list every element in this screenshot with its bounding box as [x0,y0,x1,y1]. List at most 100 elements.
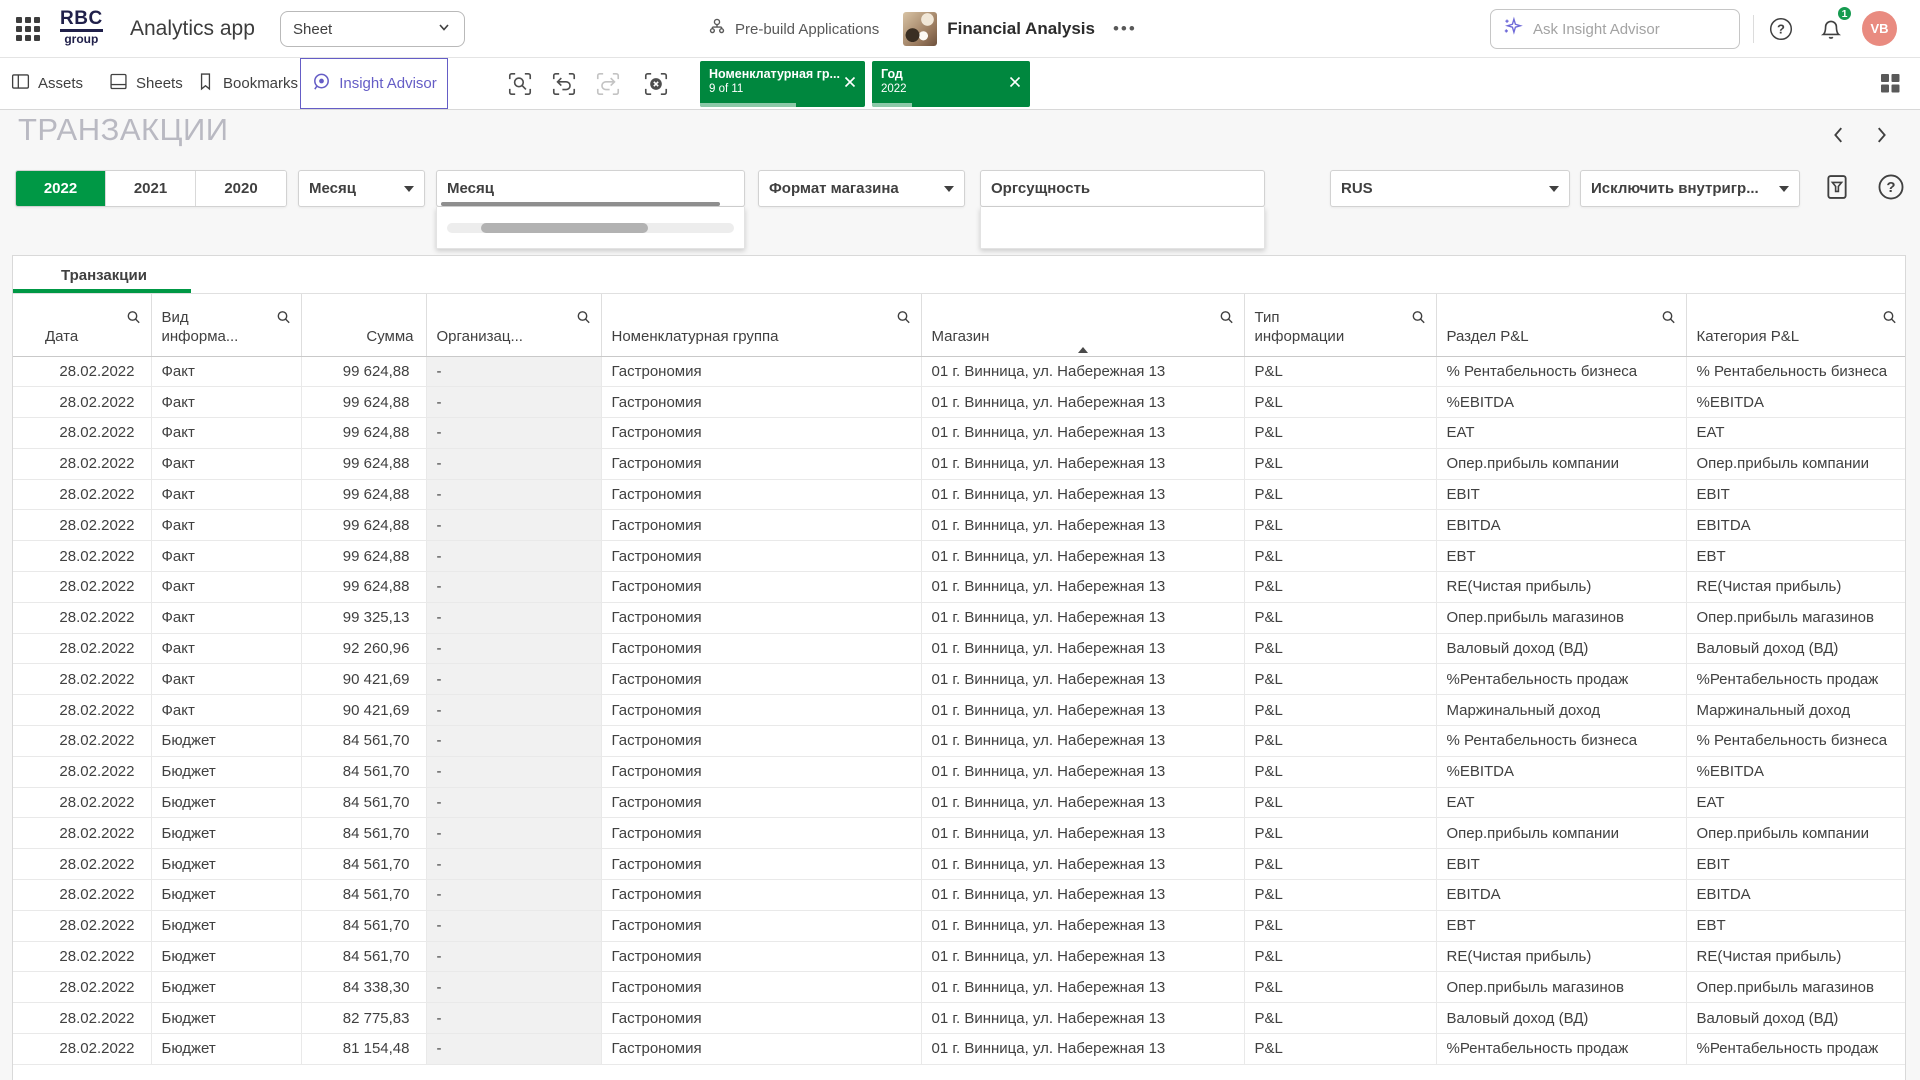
table-cell[interactable]: 28.02.2022 [13,695,151,726]
table-cell[interactable]: - [426,818,601,849]
table-cell[interactable]: Гастрономия [601,972,921,1003]
column-header[interactable]: Категория P&L [1686,294,1906,356]
sheet-layout-grid-button[interactable] [1878,71,1902,100]
selection-chip[interactable]: Номенклатурная гр... 9 of 11 [700,61,865,107]
sheet-selector[interactable]: Sheet [280,11,465,47]
table-cell[interactable]: EAT [1686,418,1906,449]
column-header[interactable]: Дата [13,294,151,356]
table-cell[interactable]: 01 г. Винница, ул. Набережная 13 [921,910,1244,941]
table-cell[interactable]: RE(Чистая прибыль) [1686,941,1906,972]
table-cell[interactable]: Бюджет [151,756,301,787]
next-sheet-button[interactable] [1866,120,1896,150]
table-cell[interactable]: RE(Чистая прибыль) [1436,941,1686,972]
table-cell[interactable]: 99 325,13 [301,602,426,633]
column-header[interactable]: Тип информации [1244,294,1436,356]
table-cell[interactable]: - [426,479,601,510]
month-listbox[interactable]: Месяц [436,170,745,207]
table-cell[interactable]: P&L [1244,356,1436,387]
table-cell[interactable]: P&L [1244,849,1436,880]
table-cell[interactable]: Опер.прибыль компании [1436,818,1686,849]
table-cell[interactable]: 99 624,88 [301,510,426,541]
table-cell[interactable]: P&L [1244,972,1436,1003]
table-cell[interactable]: %EBITDA [1686,756,1906,787]
table-cell[interactable]: EBITDA [1436,880,1686,911]
table-cell[interactable]: 28.02.2022 [13,602,151,633]
column-search-icon[interactable] [125,309,143,331]
table-cell[interactable]: - [426,880,601,911]
table-cell[interactable]: Факт [151,448,301,479]
table-cell[interactable]: 01 г. Винница, ул. Набережная 13 [921,849,1244,880]
table-cell[interactable]: P&L [1244,941,1436,972]
table-cell[interactable]: 01 г. Винница, ул. Набережная 13 [921,479,1244,510]
table-cell[interactable]: Валовый доход (ВД) [1686,633,1906,664]
column-header[interactable]: Магазин [921,294,1244,356]
table-cell[interactable]: 01 г. Винница, ул. Набережная 13 [921,880,1244,911]
table-cell[interactable]: Бюджет [151,726,301,757]
table-cell[interactable]: 01 г. Винница, ул. Набережная 13 [921,1003,1244,1034]
column-search-icon[interactable] [895,309,913,331]
table-cell[interactable]: Бюджет [151,849,301,880]
table-cell[interactable]: P&L [1244,479,1436,510]
column-search-icon[interactable] [1660,309,1678,331]
table-cell[interactable]: %EBITDA [1686,387,1906,418]
sheets-button[interactable]: Sheets [108,58,183,109]
table-cell[interactable]: 01 г. Винница, ул. Набережная 13 [921,572,1244,603]
table-cell[interactable]: Гастрономия [601,756,921,787]
table-cell[interactable]: Гастрономия [601,387,921,418]
table-cell[interactable]: Гастрономия [601,418,921,449]
table-cell[interactable]: % Рентабельность бизнеса [1686,356,1906,387]
column-search-icon[interactable] [275,309,293,331]
more-options-button[interactable]: ••• [1105,19,1137,39]
column-header[interactable]: Сумма [301,294,426,356]
table-cell[interactable]: P&L [1244,602,1436,633]
table-cell[interactable]: 28.02.2022 [13,479,151,510]
insight-advisor-button[interactable]: Insight Advisor [300,58,448,109]
table-cell[interactable]: 01 г. Винница, ул. Набережная 13 [921,418,1244,449]
clear-selections-button[interactable] [638,66,674,102]
table-cell[interactable]: Факт [151,418,301,449]
table-cell[interactable]: 99 624,88 [301,479,426,510]
table-cell[interactable]: 28.02.2022 [13,726,151,757]
table-cell[interactable]: %EBITDA [1436,387,1686,418]
column-search-icon[interactable] [1218,309,1236,331]
table-cell[interactable]: Гастрономия [601,910,921,941]
table-cell[interactable]: 90 421,69 [301,695,426,726]
table-cell[interactable]: 28.02.2022 [13,664,151,695]
table-cell[interactable]: - [426,387,601,418]
table-cell[interactable]: Гастрономия [601,1034,921,1065]
column-search-icon[interactable] [575,309,593,331]
table-cell[interactable]: 01 г. Винница, ул. Набережная 13 [921,1034,1244,1065]
column-search-icon[interactable] [1881,309,1899,331]
table-cell[interactable]: P&L [1244,695,1436,726]
store-format-dropdown[interactable]: Формат магазина [758,170,965,207]
table-cell[interactable]: Маржинальный доход [1686,695,1906,726]
table-cell[interactable]: P&L [1244,787,1436,818]
table-cell[interactable]: Гастрономия [601,849,921,880]
table-cell[interactable]: Опер.прибыль магазинов [1686,602,1906,633]
table-cell[interactable]: 01 г. Винница, ул. Набережная 13 [921,941,1244,972]
table-cell[interactable]: - [426,787,601,818]
table-cell[interactable]: Валовый доход (ВД) [1686,1003,1906,1034]
table-cell[interactable]: %Рентабельность продаж [1686,664,1906,695]
table-cell[interactable]: % Рентабельность бизнеса [1686,726,1906,757]
table-cell[interactable]: - [426,356,601,387]
previous-sheet-button[interactable] [1824,120,1854,150]
table-cell[interactable]: 28.02.2022 [13,418,151,449]
column-header[interactable]: Организац... [426,294,601,356]
table-cell[interactable]: 01 г. Винница, ул. Набережная 13 [921,448,1244,479]
table-cell[interactable]: Гастрономия [601,572,921,603]
table-cell[interactable]: Опер.прибыль компании [1436,448,1686,479]
table-cell[interactable]: P&L [1244,880,1436,911]
table-cell[interactable]: Бюджет [151,941,301,972]
table-cell[interactable]: 90 421,69 [301,664,426,695]
table-cell[interactable]: P&L [1244,664,1436,695]
listbox-scrollbar[interactable] [441,202,720,206]
table-cell[interactable]: 28.02.2022 [13,818,151,849]
table-cell[interactable]: Опер.прибыль компании [1686,448,1906,479]
table-cell[interactable]: 28.02.2022 [13,972,151,1003]
table-cell[interactable]: EBT [1686,541,1906,572]
table-cell[interactable]: Маржинальный доход [1436,695,1686,726]
table-cell[interactable]: Факт [151,572,301,603]
table-cell[interactable]: 28.02.2022 [13,787,151,818]
table-cell[interactable]: - [426,941,601,972]
